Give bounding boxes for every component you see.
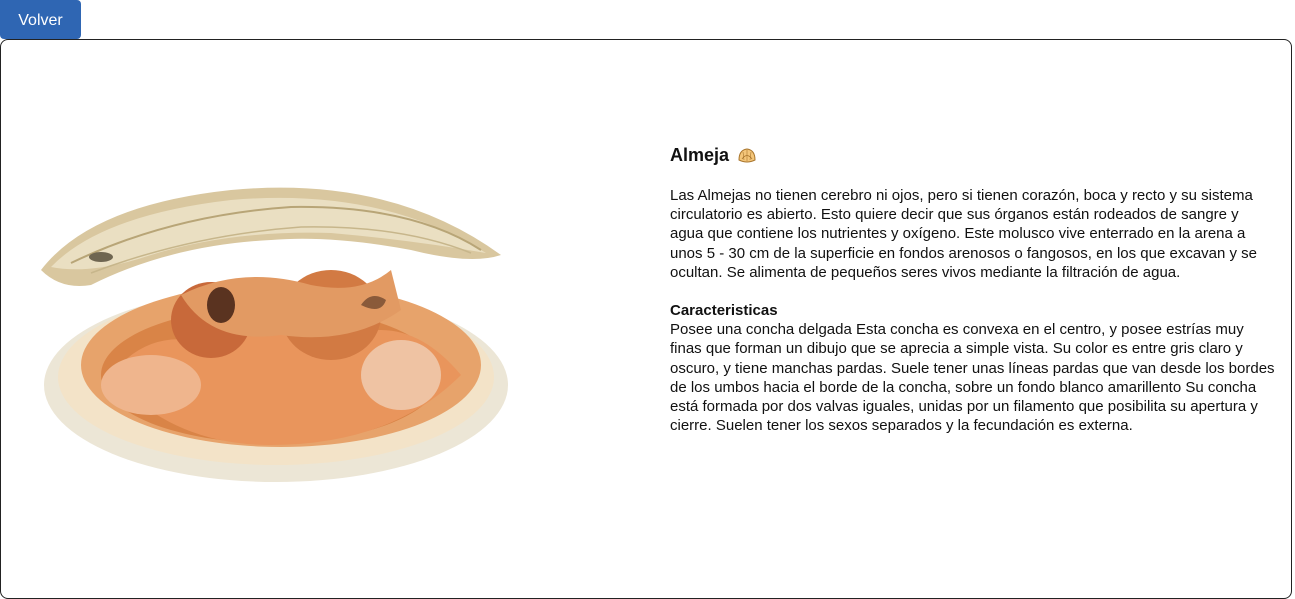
article-title: Almeja [670,145,730,165]
article-content: Almeja Las Almejas no tienen cerebro ni … [670,145,1276,435]
title-row: Almeja [670,145,1276,166]
detail-card: Almeja Las Almejas no tienen cerebro ni … [0,39,1292,599]
features-heading: Caracteristicas [670,302,778,320]
article-description: Las Almejas no tienen cerebro ni ojos, p… [670,187,1258,281]
clam-icon [737,147,757,165]
clam-image [31,145,521,490]
features-text: Posee una concha delgada Esta concha es … [670,321,1275,435]
back-button[interactable]: Volver [0,0,81,39]
